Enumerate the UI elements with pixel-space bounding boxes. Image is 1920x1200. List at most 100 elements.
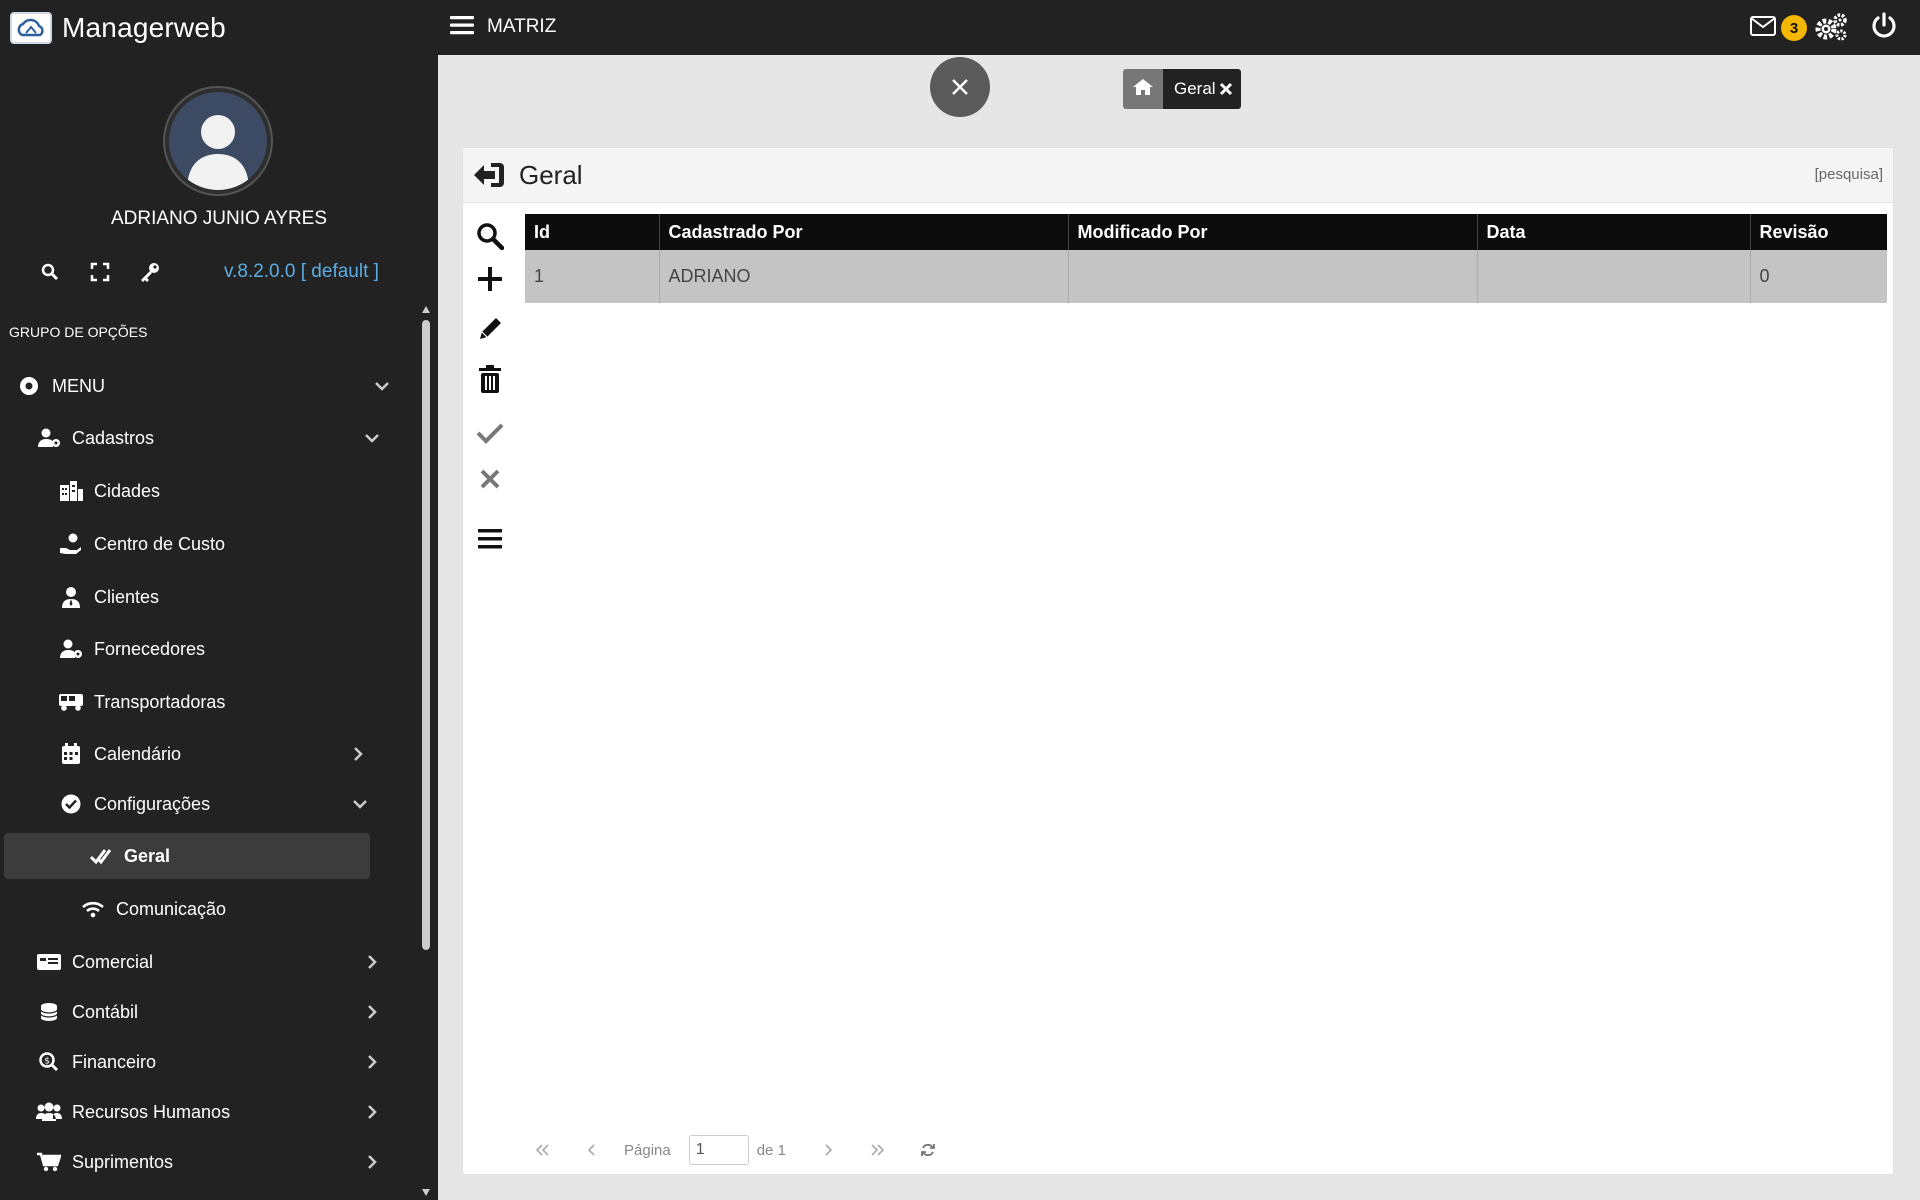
cell-id[interactable]: 1	[525, 250, 660, 303]
scroll-down-arrow[interactable]	[422, 1189, 430, 1196]
avatar[interactable]	[165, 88, 271, 194]
column-header-data[interactable]: Data	[1477, 214, 1751, 250]
sidebar-item-comercial[interactable]: Comercial	[36, 939, 386, 985]
edit-button[interactable]	[475, 316, 505, 346]
sidebar-item-label: Recursos Humanos	[72, 1101, 231, 1122]
sidebar-item-geral[interactable]: Geral	[4, 833, 370, 879]
sidebar-item-fornecedores[interactable]: Fornecedores	[58, 626, 378, 672]
page-number-input[interactable]	[688, 1135, 749, 1165]
top-bar: MATRIZ 3	[438, 0, 1920, 55]
tab-home[interactable]	[1123, 69, 1163, 109]
sidebar-scrollbar[interactable]	[422, 306, 430, 1196]
company-name: MATRIZ	[487, 16, 557, 37]
hamburger-menu-icon[interactable]	[450, 14, 478, 40]
sidebar-item-menu[interactable]: MENU	[16, 363, 396, 409]
sidebar-item-contabil[interactable]: Contábil	[36, 989, 386, 1035]
close-tabs-button[interactable]	[930, 57, 990, 117]
action-toolbar	[463, 206, 513, 1106]
pagination: Página de 1	[525, 1130, 1887, 1170]
sidebar-item-label: Centro de Custo	[94, 533, 226, 554]
users-icon	[36, 1099, 62, 1125]
mail-icon[interactable]	[1750, 16, 1776, 41]
cell-cadastrado-por[interactable]: ADRIANO	[659, 250, 1069, 303]
sidebar-item-clientes[interactable]: Clientes	[58, 574, 378, 620]
chevron-down-icon	[352, 798, 368, 810]
truck-icon	[58, 689, 84, 715]
trash-icon	[478, 364, 502, 398]
refresh-icon[interactable]	[916, 1138, 940, 1162]
sidebar-item-cidades[interactable]: Cidades	[58, 468, 378, 514]
chevron-right-icon	[366, 1054, 378, 1070]
sidebar-item-configuracoes[interactable]: Configurações	[58, 781, 378, 827]
sidebar-item-calendario[interactable]: Calendário	[58, 731, 378, 777]
previous-page-icon[interactable]	[580, 1138, 604, 1162]
search-dollar-icon: $	[36, 1049, 62, 1075]
user-utilities: v.8.2.0.0 [ default ]	[30, 255, 430, 289]
sidebar-item-centro-de-custo[interactable]: Centro de Custo	[58, 521, 378, 567]
column-header-revisao[interactable]: Revisão	[1750, 214, 1887, 250]
pencil-icon	[477, 316, 503, 347]
search-button[interactable]	[475, 222, 505, 253]
more-options-button[interactable]	[475, 526, 505, 556]
sidebar-item-transportadoras[interactable]: Transportadoras	[58, 679, 378, 725]
cell-data[interactable]	[1477, 250, 1751, 303]
calendar-icon	[58, 741, 84, 767]
city-icon	[58, 478, 84, 504]
confirm-button[interactable]	[475, 420, 505, 450]
double-check-icon	[88, 843, 114, 869]
fullscreen-icon[interactable]	[88, 260, 112, 284]
check-icon	[476, 422, 504, 449]
hand-holding-icon	[58, 531, 84, 557]
plus-icon	[477, 266, 503, 297]
delete-button[interactable]	[475, 364, 505, 398]
cart-icon	[36, 1149, 62, 1175]
data-grid: Id Cadastrado Por Modificado Por Data Re…	[525, 214, 1887, 303]
column-header-id[interactable]: Id	[525, 214, 660, 250]
column-header-cadastrado-por[interactable]: Cadastrado Por	[659, 214, 1069, 250]
sign-in-back-icon[interactable]	[473, 162, 505, 193]
first-page-icon[interactable]	[530, 1138, 554, 1162]
sidebar-item-label: Transportadoras	[94, 691, 226, 712]
tab-geral[interactable]: Geral	[1163, 69, 1241, 109]
chevron-right-icon	[352, 746, 364, 762]
last-page-icon[interactable]	[866, 1138, 890, 1162]
key-icon[interactable]	[138, 260, 162, 284]
sidebar-item-suprimentos[interactable]: Suprimentos	[36, 1139, 386, 1185]
add-button[interactable]	[475, 266, 505, 296]
sidebar-item-cadastros[interactable]: Cadastros	[36, 415, 386, 461]
user-cog-icon	[36, 425, 62, 451]
check-circle-icon	[58, 791, 84, 817]
search-link[interactable]: [pesquisa]	[1815, 166, 1883, 183]
close-icon	[479, 468, 501, 495]
dot-circle-icon	[16, 373, 42, 399]
version-link[interactable]: v.8.2.0.0 [ default ]	[224, 261, 379, 283]
next-page-icon[interactable]	[816, 1138, 840, 1162]
brand[interactable]: Managerweb	[0, 0, 438, 55]
gears-icon[interactable]	[1814, 12, 1848, 47]
column-header-modificado-por[interactable]: Modificado Por	[1068, 214, 1478, 250]
search-icon[interactable]	[38, 260, 62, 284]
app-title: Managerweb	[62, 11, 226, 43]
sidebar-item-recursos-humanos[interactable]: Recursos Humanos	[36, 1089, 386, 1135]
sidebar-item-label: Configurações	[94, 793, 211, 814]
table-row[interactable]: 1 ADRIANO 0	[525, 250, 1887, 303]
sidebar: Managerweb ADRIANO JUNIO AYRES v.8.2.0.0…	[0, 0, 438, 1200]
notification-badge[interactable]: 3	[1781, 15, 1807, 41]
svg-text:$: $	[44, 1057, 50, 1067]
group-label: GRUPO DE OPÇÕES	[9, 324, 148, 340]
cancel-button[interactable]	[475, 466, 505, 496]
panel-header: Geral [pesquisa]	[463, 148, 1893, 203]
sidebar-item-comunicacao[interactable]: Comunicação	[80, 886, 380, 932]
cell-modificado-por[interactable]	[1068, 250, 1478, 303]
scroll-up-arrow[interactable]	[422, 306, 430, 313]
cell-revisao[interactable]: 0	[1750, 250, 1887, 303]
tab-close-icon[interactable]	[1219, 82, 1233, 96]
sidebar-item-financeiro[interactable]: $ Financeiro	[36, 1039, 386, 1085]
card-icon	[36, 949, 62, 975]
scroll-thumb[interactable]	[422, 320, 430, 950]
home-icon	[1132, 78, 1154, 101]
wifi-icon	[80, 896, 106, 922]
power-icon[interactable]	[1870, 12, 1898, 45]
sidebar-item-label: Cidades	[94, 480, 161, 501]
chevron-down-icon	[374, 380, 390, 392]
